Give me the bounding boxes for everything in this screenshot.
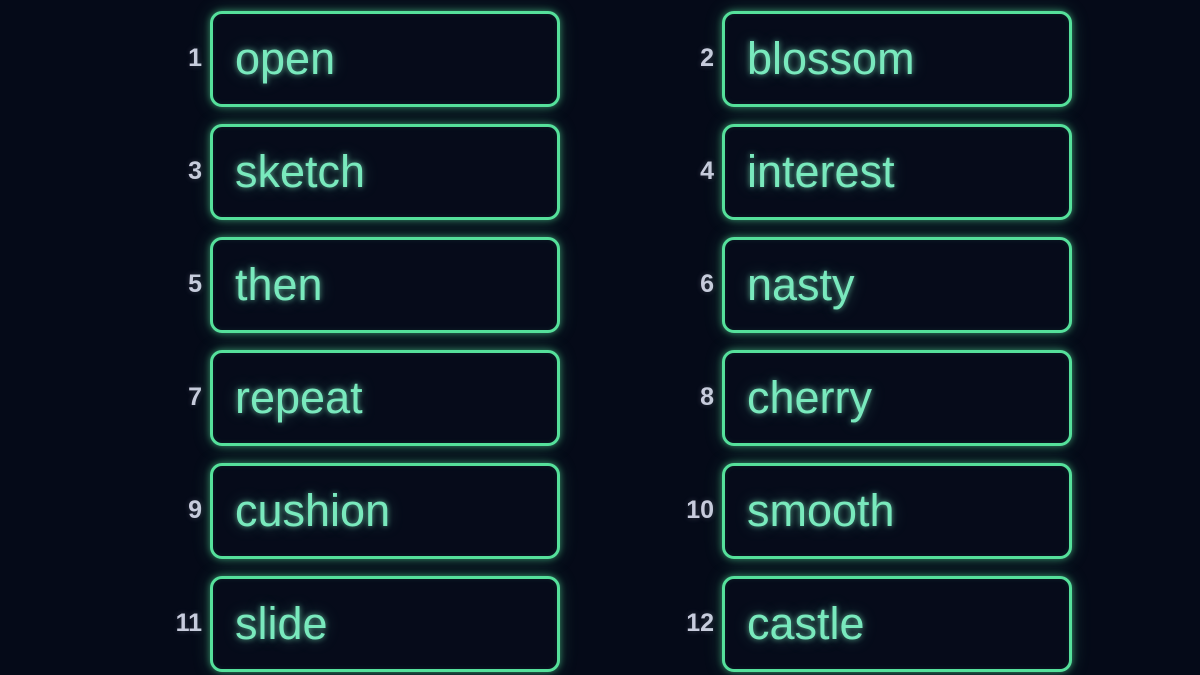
word-row: 3 sketch — [0, 115, 568, 228]
word-row: 9 cushion — [0, 454, 568, 567]
word-list-grid: 1 open 2 blossom 3 sketch 4 interest 5 t… — [0, 0, 1200, 675]
word-row: 12 castle — [632, 567, 1200, 675]
word-number: 9 — [188, 496, 202, 524]
word-box[interactable]: sketch — [210, 123, 560, 220]
word-row: 7 repeat — [0, 341, 568, 454]
word-number: 1 — [188, 44, 202, 72]
word-row: 2 blossom — [632, 2, 1200, 115]
word-label: slide — [235, 597, 328, 649]
word-number: 11 — [175, 609, 202, 637]
word-label: interest — [747, 145, 895, 197]
word-label: open — [235, 32, 336, 84]
word-box[interactable]: slide — [210, 575, 560, 672]
word-label: cushion — [235, 484, 391, 536]
word-label: repeat — [235, 371, 363, 423]
word-list-screen: 1 open 2 blossom 3 sketch 4 interest 5 t… — [0, 0, 1200, 675]
word-row: 6 nasty — [632, 228, 1200, 341]
word-number: 2 — [700, 44, 714, 72]
word-label: cherry — [747, 371, 873, 423]
word-number: 12 — [686, 609, 714, 637]
word-number: 8 — [700, 383, 714, 411]
word-box[interactable]: repeat — [210, 349, 560, 446]
word-number: 7 — [188, 383, 202, 411]
word-row: 4 interest — [632, 115, 1200, 228]
word-box[interactable]: open — [210, 10, 560, 107]
word-label: then — [235, 258, 323, 310]
word-number: 5 — [188, 270, 202, 298]
word-label: sketch — [235, 145, 366, 197]
word-row: 1 open — [0, 2, 568, 115]
word-box[interactable]: then — [210, 236, 560, 333]
word-number: 10 — [686, 496, 714, 524]
word-label: smooth — [747, 484, 895, 536]
word-row: 8 cherry — [632, 341, 1200, 454]
word-box[interactable]: smooth — [722, 462, 1072, 559]
word-label: blossom — [747, 32, 915, 84]
word-number: 6 — [700, 270, 714, 298]
word-box[interactable]: interest — [722, 123, 1072, 220]
word-label: castle — [747, 597, 865, 649]
word-label: nasty — [747, 258, 855, 310]
word-number: 4 — [700, 157, 714, 185]
word-row: 5 then — [0, 228, 568, 341]
word-box[interactable]: cushion — [210, 462, 560, 559]
word-number: 3 — [188, 157, 202, 185]
word-row: 10 smooth — [632, 454, 1200, 567]
word-row: 11 slide — [0, 567, 568, 675]
word-box[interactable]: blossom — [722, 10, 1072, 107]
word-box[interactable]: cherry — [722, 349, 1072, 446]
word-box[interactable]: nasty — [722, 236, 1072, 333]
word-box[interactable]: castle — [722, 575, 1072, 672]
